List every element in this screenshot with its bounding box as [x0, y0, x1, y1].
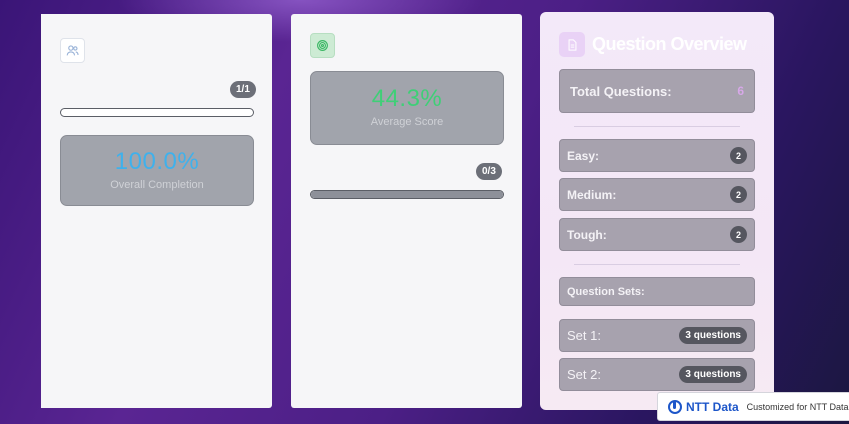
- difficulty-label: Easy:: [567, 148, 600, 163]
- difficulty-row-easy: Easy: 2: [559, 139, 755, 172]
- completion-stat-box: 100.0% Overall Completion: [60, 135, 254, 206]
- set-label: Set 2:: [567, 367, 601, 382]
- set-count-badge: 3 questions: [679, 366, 747, 383]
- difficulty-label: Tough:: [567, 227, 607, 242]
- ntt-data-logo: NTT Data: [668, 399, 739, 414]
- score-value: 44.3%: [371, 85, 443, 112]
- question-sets-header: Question Sets:: [559, 277, 755, 306]
- set-count-badge: 3 questions: [679, 327, 747, 344]
- set-row-2: Set 2: 3 questions: [559, 358, 755, 391]
- completion-count-badge: 1/1: [230, 81, 256, 98]
- set-row-1: Set 1: 3 questions: [559, 319, 755, 352]
- overview-header: Question Overview: [559, 32, 747, 57]
- ntt-logo-text: NTT Data: [686, 399, 739, 414]
- difficulty-count-badge: 2: [730, 186, 747, 203]
- score-stat-box: 44.3% Average Score: [310, 71, 504, 145]
- completion-value: 100.0%: [114, 148, 200, 175]
- footer-text: Customized for NTT Data: [746, 401, 849, 412]
- score-progress-fill: [311, 191, 503, 198]
- total-questions-row: Total Questions: 6: [559, 69, 755, 113]
- target-icon: [310, 33, 335, 58]
- users-icon: [60, 38, 85, 63]
- completion-label: Overall Completion: [110, 179, 204, 191]
- completion-card: 1/1 100.0% Overall Completion: [41, 14, 272, 408]
- document-icon: [559, 32, 585, 57]
- ntt-logo-icon: [668, 399, 682, 414]
- set-label: Set 1:: [567, 328, 601, 343]
- score-label: Average Score: [370, 116, 444, 128]
- score-progress-bar: [310, 190, 504, 199]
- divider: [574, 126, 740, 127]
- difficulty-count-badge: 2: [730, 147, 747, 164]
- total-questions-label: Total Questions:: [570, 83, 672, 99]
- completion-progress-bar: [60, 108, 254, 117]
- score-count-badge: 0/3: [476, 163, 502, 180]
- difficulty-count-badge: 2: [730, 226, 747, 243]
- question-overview-panel: Question Overview Total Questions: 6 Eas…: [540, 12, 774, 410]
- difficulty-row-tough: Tough: 2: [559, 218, 755, 251]
- total-questions-value: 6: [737, 84, 744, 98]
- difficulty-row-medium: Medium: 2: [559, 178, 755, 211]
- score-card: 44.3% Average Score 0/3: [291, 14, 522, 408]
- question-sets-label: Question Sets:: [567, 285, 645, 298]
- overview-title: Question Overview: [592, 34, 747, 54]
- divider: [574, 264, 740, 265]
- footer-branding[interactable]: NTT Data Customized for NTT Data: [657, 392, 849, 421]
- difficulty-label: Medium:: [567, 187, 617, 202]
